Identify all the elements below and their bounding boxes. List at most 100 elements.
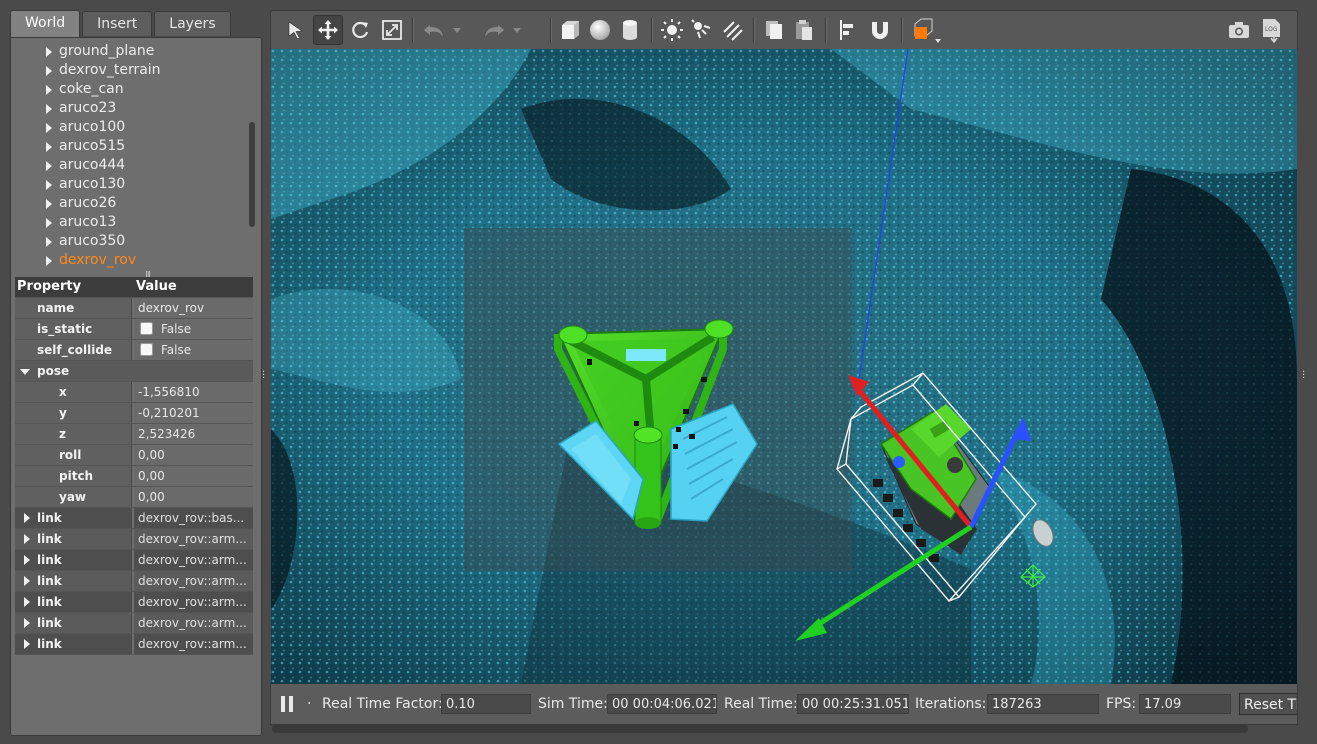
model-tree[interactable]: ground_plane dexrov_terrain coke_can aru… [11, 42, 251, 270]
expand-arrow-icon[interactable] [46, 256, 52, 266]
pause-icon [289, 696, 293, 712]
right-panel-resize-handle[interactable]: ... [1302, 365, 1306, 381]
expand-arrow-icon[interactable] [46, 142, 52, 152]
copy-button[interactable] [759, 15, 789, 45]
expand-arrow-icon[interactable] [46, 123, 52, 133]
rotate-mode-button[interactable] [345, 15, 375, 45]
expand-arrow-icon[interactable] [24, 597, 30, 607]
tree-item-aruco515[interactable]: aruco515 [11, 137, 251, 156]
property-key[interactable]: link [15, 634, 132, 654]
snap-button[interactable] [865, 15, 895, 45]
log-button[interactable]: LOG [1257, 15, 1287, 45]
expand-arrow-icon[interactable] [46, 218, 52, 228]
tree-item-aruco13[interactable]: aruco13 [11, 213, 251, 232]
expand-arrow-icon[interactable] [24, 534, 30, 544]
paste-button[interactable] [789, 15, 819, 45]
link-label: link [37, 532, 62, 546]
property-row-link[interactable]: link dexrov_rov::arm... [15, 550, 253, 571]
insert-directional-light-button[interactable] [717, 15, 747, 45]
tree-item-ground-plane[interactable]: ground_plane [11, 42, 251, 61]
tree-item-aruco100[interactable]: aruco100 [11, 118, 251, 137]
select-mode-button[interactable] [281, 15, 311, 45]
scene-render[interactable] [271, 49, 1297, 684]
property-group-label[interactable]: pose [15, 361, 253, 381]
scale-mode-button[interactable] [377, 15, 407, 45]
expand-arrow-icon[interactable] [24, 639, 30, 649]
self-collide-checkbox[interactable] [140, 343, 153, 356]
property-row-link[interactable]: link dexrov_rov::arm... [15, 571, 253, 592]
y-input[interactable]: -0,210201 [134, 403, 253, 423]
reset-time-button[interactable]: Reset Time [1239, 693, 1297, 715]
align-icon [840, 20, 853, 40]
undo-button[interactable] [419, 15, 449, 45]
expand-arrow-icon[interactable] [46, 85, 52, 95]
property-key[interactable]: link [15, 613, 132, 633]
insert-sphere-button[interactable] [585, 15, 615, 45]
property-row-link[interactable]: link dexrov_rov::arm... [15, 634, 253, 655]
property-key[interactable]: link [15, 592, 132, 612]
expand-arrow-icon[interactable] [46, 66, 52, 76]
tree-item-label: aruco26 [59, 195, 117, 211]
x-input[interactable]: -1,556810 [134, 382, 253, 402]
tree-item-dexrov-rov[interactable]: dexrov_rov [11, 251, 251, 270]
world-panel: ground_plane dexrov_terrain coke_can aru… [10, 37, 262, 736]
property-key[interactable]: link [15, 550, 132, 570]
collapse-arrow-icon[interactable] [20, 369, 30, 375]
pause-button[interactable] [279, 695, 297, 713]
insert-spot-light-button[interactable] [687, 15, 717, 45]
expand-arrow-icon[interactable] [46, 161, 52, 171]
tree-item-dexrov-terrain[interactable]: dexrov_terrain [11, 61, 251, 80]
tree-item-aruco26[interactable]: aruco26 [11, 194, 251, 213]
yaw-input[interactable]: 0,00 [134, 487, 253, 507]
property-key[interactable]: link [15, 529, 132, 549]
toolbar-separator [412, 17, 414, 43]
tree-item-aruco130[interactable]: aruco130 [11, 175, 251, 194]
screenshot-button[interactable] [1224, 15, 1254, 45]
expand-arrow-icon[interactable] [46, 47, 52, 57]
rotate-icon [352, 21, 369, 39]
expand-arrow-icon[interactable] [46, 104, 52, 114]
expand-arrow-icon[interactable] [46, 237, 52, 247]
z-input[interactable]: 2,523426 [134, 424, 253, 444]
tree-item-aruco350[interactable]: aruco350 [11, 232, 251, 251]
step-button[interactable]: . [307, 692, 311, 708]
tab-insert[interactable]: Insert [82, 11, 153, 36]
property-row-link[interactable]: link dexrov_rov::arm... [15, 529, 253, 550]
property-key: y [15, 403, 132, 423]
horizontal-scrollbar[interactable] [272, 724, 1248, 733]
insert-cylinder-button[interactable] [615, 15, 645, 45]
pitch-input[interactable]: 0,00 [134, 466, 253, 486]
redo-history-button[interactable] [509, 15, 525, 45]
tree-item-coke-can[interactable]: coke_can [11, 80, 251, 99]
property-group-pose[interactable]: pose [15, 361, 253, 382]
insert-box-button[interactable] [555, 15, 585, 45]
left-panel-resize-handle[interactable]: ... [262, 365, 266, 381]
undo-history-button[interactable] [449, 15, 465, 45]
property-row-link[interactable]: link dexrov_rov::arm... [15, 613, 253, 634]
expand-arrow-icon[interactable] [46, 180, 52, 190]
property-column-header: Property [15, 277, 135, 297]
property-key[interactable]: link [15, 508, 132, 528]
tree-item-aruco444[interactable]: aruco444 [11, 156, 251, 175]
property-row-link[interactable]: link dexrov_rov::bas... [15, 508, 253, 529]
3d-viewport[interactable] [271, 49, 1297, 684]
view-angle-button[interactable] [907, 15, 943, 45]
redo-button[interactable] [479, 15, 509, 45]
expand-arrow-icon[interactable] [24, 513, 30, 523]
insert-point-light-button[interactable] [657, 15, 687, 45]
roll-input[interactable]: 0,00 [134, 445, 253, 465]
tree-scrollbar[interactable] [249, 122, 255, 227]
property-key[interactable]: link [15, 571, 132, 591]
property-row-link[interactable]: link dexrov_rov::arm... [15, 592, 253, 613]
property-value: dexrov_rov::arm... [134, 634, 253, 654]
expand-arrow-icon[interactable] [24, 576, 30, 586]
expand-arrow-icon[interactable] [24, 555, 30, 565]
expand-arrow-icon[interactable] [46, 199, 52, 209]
is-static-checkbox[interactable] [140, 322, 153, 335]
tab-layers[interactable]: Layers [154, 11, 231, 36]
tree-item-aruco23[interactable]: aruco23 [11, 99, 251, 118]
align-button[interactable] [833, 15, 863, 45]
expand-arrow-icon[interactable] [24, 618, 30, 628]
translate-mode-button[interactable] [313, 15, 343, 45]
tab-world[interactable]: World [10, 10, 81, 37]
